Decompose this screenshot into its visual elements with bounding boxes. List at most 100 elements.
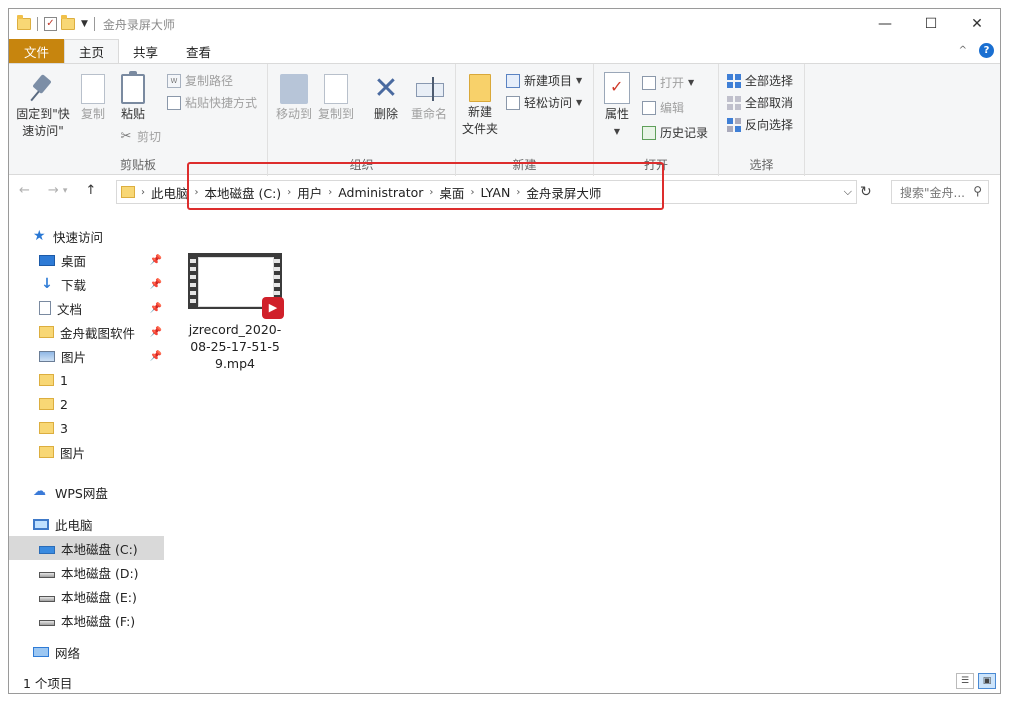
rename-button[interactable]: 重命名	[408, 74, 450, 123]
details-view-icon[interactable]: ☰	[956, 673, 974, 689]
folder-icon	[39, 398, 54, 410]
open-button[interactable]: 打开 ▼	[642, 74, 694, 91]
file-item[interactable]: ▶ jzrecord_2020-08-25-17-51-59.mp4	[187, 249, 284, 372]
history-button[interactable]: 历史记录	[642, 124, 708, 141]
breadcrumb-users[interactable]: 用户	[291, 183, 328, 202]
forward-arrow-icon[interactable]: →	[48, 183, 59, 198]
sidebar-item-folder-3[interactable]: 3	[9, 416, 164, 440]
maximize-button[interactable]: ☐	[908, 9, 954, 39]
refresh-icon[interactable]: ↻	[860, 184, 872, 200]
easy-access-button[interactable]: 轻松访问 ▼	[506, 94, 582, 111]
breadcrumb-current-folder[interactable]: 金舟录屏大师	[520, 183, 607, 202]
paste-shortcut-button[interactable]: 粘贴快捷方式	[167, 94, 257, 111]
pin-icon[interactable]: 📌	[150, 279, 162, 290]
drive-icon	[39, 572, 55, 578]
cut-button[interactable]: ✂ 剪切	[119, 128, 161, 145]
new-folder-icon[interactable]	[61, 15, 75, 30]
sidebar-item-label: 本地磁盘 (D:)	[61, 565, 139, 581]
sidebar-item-network[interactable]: 网络	[9, 640, 164, 664]
drive-icon	[39, 596, 55, 602]
breadcrumb-desktop[interactable]: 桌面	[433, 183, 470, 202]
star-icon: ★	[33, 228, 46, 244]
paste-button[interactable]: 粘贴	[115, 71, 151, 123]
new-folder-button[interactable]: 新建 文件夹	[460, 74, 500, 138]
breadcrumb-lyan[interactable]: LYAN	[474, 185, 516, 200]
address-bar[interactable]: › 此电脑 › 本地磁盘 (C:) › 用户 › Administrator ›…	[116, 180, 857, 204]
sidebar-item-folder-1[interactable]: 1	[9, 368, 164, 392]
open-label: 打开	[660, 76, 685, 90]
sidebar-item-label: 网络	[55, 645, 81, 661]
pin-icon	[30, 74, 56, 104]
copy-path-icon: W	[167, 73, 181, 88]
sidebar-item-desktop[interactable]: 桌面 📌	[9, 248, 164, 272]
move-to-button[interactable]: 移动到	[274, 74, 314, 123]
sidebar-item-label: 图片	[61, 349, 87, 365]
breadcrumb-drive-c[interactable]: 本地磁盘 (C:)	[199, 183, 288, 202]
group-label-organize: 组织	[349, 158, 374, 172]
collapse-ribbon-icon[interactable]: ^	[959, 45, 967, 56]
pin-icon[interactable]: 📌	[150, 327, 162, 338]
pin-icon[interactable]: 📌	[150, 351, 162, 362]
sidebar-item-drive-d[interactable]: 本地磁盘 (D:)	[9, 560, 164, 584]
sidebar-item-folder-2[interactable]: 2	[9, 392, 164, 416]
help-icon[interactable]: ?	[979, 43, 994, 58]
view-toggle: ☰ ▣	[956, 673, 996, 689]
copy-button[interactable]: 复制	[75, 74, 111, 123]
tab-home[interactable]: 主页	[64, 39, 120, 63]
invert-selection-icon	[727, 117, 741, 132]
chevron-down-icon[interactable]: ⌵	[844, 185, 852, 199]
properties-icon[interactable]: ✓	[44, 17, 57, 31]
sidebar-item-label: 文档	[57, 301, 83, 317]
chevron-down-icon[interactable]: ▼	[81, 19, 88, 29]
sidebar-item-pictures-folder[interactable]: 图片	[9, 440, 164, 464]
chevron-down-icon: ▼	[576, 98, 583, 107]
search-input[interactable]: 搜索"金舟... ⚲	[891, 180, 989, 204]
sidebar-item-drive-f[interactable]: 本地磁盘 (F:)	[9, 608, 164, 632]
large-icons-view-icon[interactable]: ▣	[978, 673, 996, 689]
sidebar-item-quick-access[interactable]: ★ 快速访问	[9, 224, 164, 248]
tab-view[interactable]: 查看	[172, 39, 225, 63]
new-item-label: 新建项目	[524, 74, 573, 88]
properties-label: 属性	[604, 107, 629, 121]
chevron-down-icon[interactable]: ▾	[63, 186, 68, 198]
history-label: 历史记录	[660, 126, 709, 140]
sidebar-item-drive-c[interactable]: 本地磁盘 (C:)	[9, 536, 164, 560]
new-item-button[interactable]: 新建项目 ▼	[506, 72, 582, 89]
copy-to-button[interactable]: 复制到	[316, 74, 356, 123]
tab-share[interactable]: 共享	[119, 39, 172, 63]
back-arrow-icon[interactable]: ←	[19, 183, 30, 198]
divider	[93, 17, 95, 31]
ribbon: 固定到"快 速访问" 复制 粘贴 W 复制路径 粘贴快捷方式 ✂ 剪切 剪贴板 …	[9, 63, 1000, 176]
copy-path-button[interactable]: W 复制路径	[167, 72, 233, 89]
search-placeholder: 搜索"金舟...	[900, 185, 965, 200]
close-button[interactable]: ✕	[954, 9, 1000, 39]
breadcrumb-administrator[interactable]: Administrator	[332, 185, 429, 200]
invert-selection-button[interactable]: 反向选择	[727, 116, 793, 133]
pin-quick-access-button[interactable]: 固定到"快 速访问"	[13, 74, 73, 140]
status-bar: 1 个项目 ☰ ▣	[9, 671, 1000, 693]
delete-button[interactable]: ✕ 删除	[368, 74, 404, 123]
select-all-button[interactable]: 全部选择	[727, 72, 793, 89]
group-new: 新建 文件夹 新建项目 ▼ 轻松访问 ▼ 新建	[456, 64, 594, 176]
easy-access-icon	[506, 95, 520, 110]
sidebar-item-jinzhou-screenshot[interactable]: 金舟截图软件 📌	[9, 320, 164, 344]
sidebar-item-pictures[interactable]: 图片 📌	[9, 344, 164, 368]
sidebar-item-this-pc[interactable]: 此电脑	[9, 512, 164, 536]
breadcrumb-this-pc[interactable]: 此电脑	[145, 183, 195, 202]
drive-icon	[39, 546, 55, 554]
pin-icon[interactable]: 📌	[150, 303, 162, 314]
pin-icon[interactable]: 📌	[150, 255, 162, 266]
up-arrow-icon[interactable]: ↑	[85, 183, 96, 198]
sidebar-item-downloads[interactable]: ↓ 下载 📌	[9, 272, 164, 296]
film-strip	[190, 255, 196, 307]
search-icon[interactable]: ⚲	[973, 184, 982, 198]
tab-file[interactable]: 文件	[9, 39, 65, 63]
sidebar-item-wps-drive[interactable]: ☁ WPS网盘	[9, 480, 164, 504]
select-none-button[interactable]: 全部取消	[727, 94, 793, 111]
sidebar-item-documents[interactable]: 文档 📌	[9, 296, 164, 320]
edit-button[interactable]: 编辑	[642, 99, 684, 116]
properties-button[interactable]: 属性 ▼	[600, 72, 634, 140]
paste-shortcut-label: 粘贴快捷方式	[185, 96, 258, 110]
sidebar-item-drive-e[interactable]: 本地磁盘 (E:)	[9, 584, 164, 608]
minimize-button[interactable]: —	[862, 9, 908, 39]
